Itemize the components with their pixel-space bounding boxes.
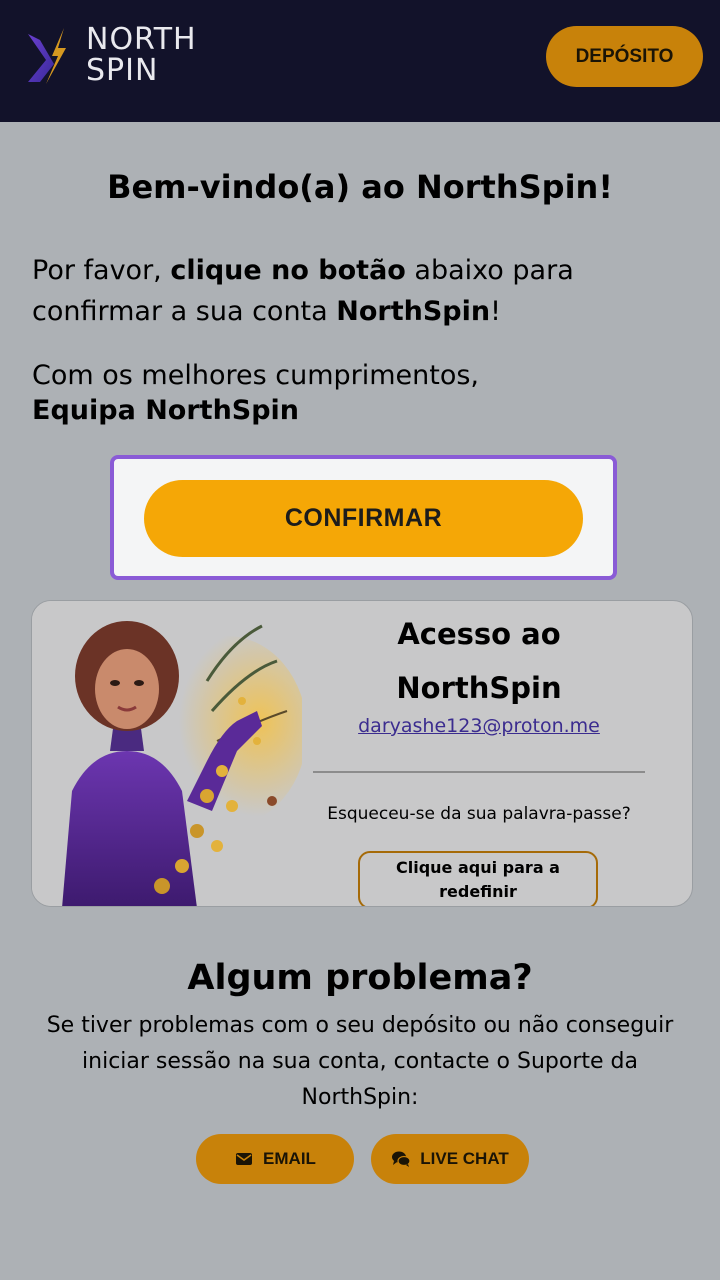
- signature-team: Equipa NorthSpin: [32, 395, 300, 426]
- instructions-text-3: !: [490, 296, 501, 327]
- top-header: NORTH SPIN DEPÓSITO: [0, 0, 720, 122]
- deposit-button[interactable]: DEPÓSITO: [546, 26, 703, 87]
- signature-greeting: Com os melhores cumprimentos,: [32, 360, 480, 391]
- reset-password-button[interactable]: Clique aqui para a redefinir: [358, 851, 598, 906]
- northspin-logo-icon[interactable]: [24, 26, 68, 86]
- logo-line-spin: SPIN: [86, 53, 159, 88]
- support-text: Se tiver problemas com o seu depósito ou…: [46, 1013, 674, 1110]
- logo-wordmark[interactable]: NORTH SPIN: [86, 24, 197, 86]
- instructions-bold-2: NorthSpin: [336, 296, 491, 327]
- email-button-label: EMAIL: [263, 1149, 316, 1168]
- support-title: Algum problema?: [187, 958, 533, 998]
- confirm-instructions: Por favor, clique no botão abaixo para c…: [32, 250, 692, 332]
- card-divider: [313, 771, 645, 773]
- confirm-button[interactable]: CONFIRMAR: [144, 480, 583, 557]
- account-email-link[interactable]: daryashe123@proton.me: [314, 715, 644, 737]
- instructions-text-1: Por favor,: [32, 255, 171, 286]
- logo-line-north: NORTH: [86, 22, 197, 57]
- chat-bubbles-icon: [392, 1151, 411, 1167]
- live-chat-button[interactable]: LIVE CHAT: [371, 1134, 529, 1184]
- envelope-icon: [236, 1153, 253, 1165]
- access-card: Acesso ao NorthSpin daryashe123@proton.m…: [31, 600, 693, 907]
- signature: Com os melhores cumprimentos, Equipa Nor…: [32, 358, 692, 428]
- chat-button-label: LIVE CHAT: [420, 1149, 509, 1168]
- email-support-button[interactable]: EMAIL: [196, 1134, 354, 1184]
- confirm-highlight-frame: CONFIRMAR: [110, 455, 617, 580]
- instructions-bold-1: clique no botão: [170, 255, 406, 286]
- access-card-title: Acesso ao NorthSpin: [396, 617, 562, 705]
- promo-character-image: [32, 601, 302, 906]
- forgot-password-text: Esqueceu-se da sua palavra-passe?: [327, 804, 631, 824]
- welcome-title: Bem-vindo(a) ao NorthSpin!: [107, 168, 613, 206]
